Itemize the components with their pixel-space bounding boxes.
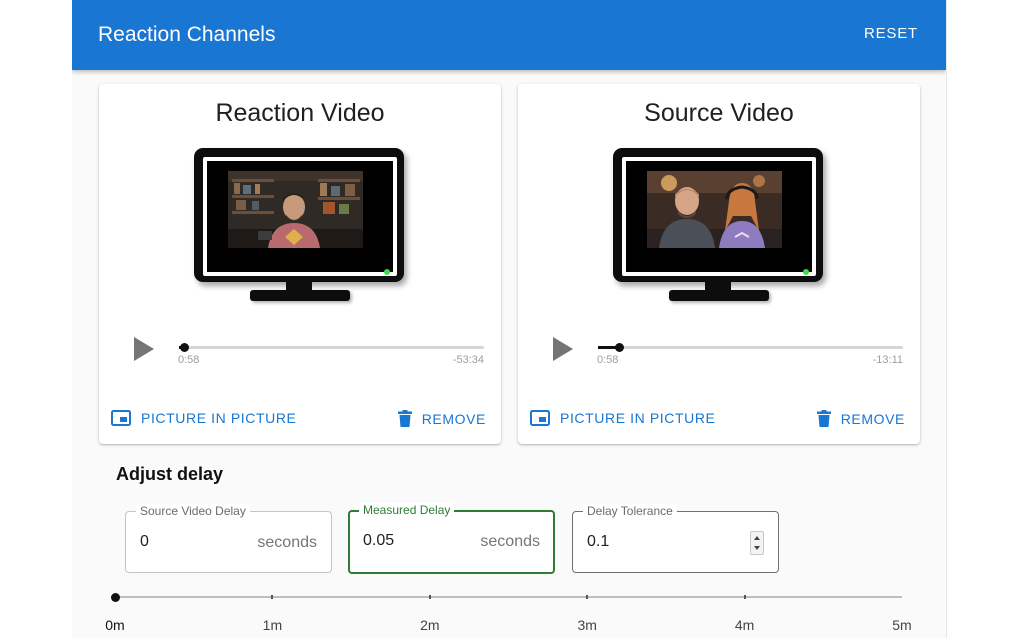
delay-tolerance-field[interactable]: Delay Tolerance 0.1 <box>572 504 779 573</box>
tv-frame <box>203 157 397 276</box>
reaction-video-tv-icon <box>194 148 406 306</box>
timeline-slider-thumb[interactable] <box>111 593 120 602</box>
reaction-progress-thumb[interactable] <box>180 343 190 352</box>
adjust-delay-heading: Adjust delay <box>116 464 224 484</box>
delay-tolerance-stepper[interactable] <box>750 531 764 555</box>
source-remaining-time: -13:11 <box>872 354 903 366</box>
app-title: Reaction Channels <box>98 23 276 46</box>
source-video-card: Source Video 0:58 -13:11 PICTURE IN PICT… <box>518 84 920 444</box>
source-progress-slider[interactable] <box>598 343 903 352</box>
picture-in-picture-icon <box>111 410 131 426</box>
reaction-remove-button[interactable]: REMOVE <box>397 410 486 427</box>
tv-body <box>194 148 404 282</box>
app-window: Reaction Channels RESET Reaction Video 0… <box>72 0 947 638</box>
reaction-progress-slider[interactable] <box>179 343 484 352</box>
timeline-tick <box>271 595 274 599</box>
timeline-tick-label: 0m <box>105 617 125 633</box>
source-video-delay-label: Source Video Delay <box>136 504 250 518</box>
source-elapsed-time: 0:58 <box>597 354 619 366</box>
stepper-up-icon[interactable] <box>754 536 760 540</box>
reaction-pip-label: PICTURE IN PICTURE <box>141 410 297 426</box>
reaction-thumbnail-image <box>228 171 363 248</box>
source-remove-label: REMOVE <box>840 410 905 427</box>
source-video-delay-input[interactable]: 0 <box>140 533 149 551</box>
source-video-thumbnail <box>647 171 782 248</box>
tv-body <box>613 148 823 282</box>
delay-tolerance-label: Delay Tolerance <box>583 504 677 518</box>
trash-icon <box>816 410 831 427</box>
measured-delay-unit: seconds <box>480 533 540 550</box>
tv-stand <box>250 290 350 301</box>
source-pip-label: PICTURE IN PICTURE <box>560 410 716 426</box>
measured-delay-input[interactable]: 0.05 <box>363 532 394 550</box>
reset-button[interactable]: RESET <box>864 25 918 42</box>
trash-icon <box>397 410 412 427</box>
timeline-slider[interactable] <box>115 596 902 598</box>
source-video-delay-unit: seconds <box>257 534 317 551</box>
source-remove-button[interactable]: REMOVE <box>816 410 905 427</box>
timeline-tick-label: 4m <box>734 617 755 633</box>
timeline-tick <box>586 595 589 599</box>
reaction-video-title: Reaction Video <box>215 99 385 127</box>
timeline-tick-label: 5m <box>892 617 912 633</box>
source-thumbnail-image <box>647 171 782 248</box>
timeline-tick-label: 1m <box>262 617 283 633</box>
delay-tolerance-input[interactable]: 0.1 <box>587 533 609 551</box>
source-video-tv-icon <box>613 148 825 306</box>
tv-power-led <box>803 269 809 275</box>
reaction-play-button[interactable] <box>134 337 154 361</box>
stepper-down-icon[interactable] <box>754 546 760 550</box>
reaction-remove-label: REMOVE <box>421 410 486 427</box>
reaction-video-thumbnail <box>228 171 363 248</box>
source-video-title: Source Video <box>644 99 794 127</box>
measured-delay-label: Measured Delay <box>359 503 455 517</box>
tv-power-led <box>384 269 390 275</box>
source-progress-thumb[interactable] <box>615 343 625 352</box>
reaction-video-card: Reaction Video 0:58 -53:34 PICTURE IN PI… <box>99 84 501 444</box>
source-video-delay-field[interactable]: Source Video Delay 0 seconds <box>125 504 332 573</box>
timeline-tick-label: 3m <box>577 617 597 633</box>
reaction-remaining-time: -53:34 <box>452 354 484 366</box>
measured-delay-field[interactable]: Measured Delay 0.05 seconds <box>348 503 555 574</box>
timeline-tick <box>743 595 746 599</box>
source-pip-button[interactable]: PICTURE IN PICTURE <box>530 410 715 426</box>
tv-frame <box>622 157 816 276</box>
tv-stand <box>669 290 769 301</box>
reaction-elapsed-time: 0:58 <box>178 354 200 366</box>
app-bar: Reaction Channels RESET <box>72 0 946 70</box>
timeline-tick-label: 2m <box>420 617 440 633</box>
reaction-pip-button[interactable]: PICTURE IN PICTURE <box>111 410 296 426</box>
timeline-tick <box>428 595 431 599</box>
picture-in-picture-icon <box>530 410 550 426</box>
source-play-button[interactable] <box>553 337 573 361</box>
